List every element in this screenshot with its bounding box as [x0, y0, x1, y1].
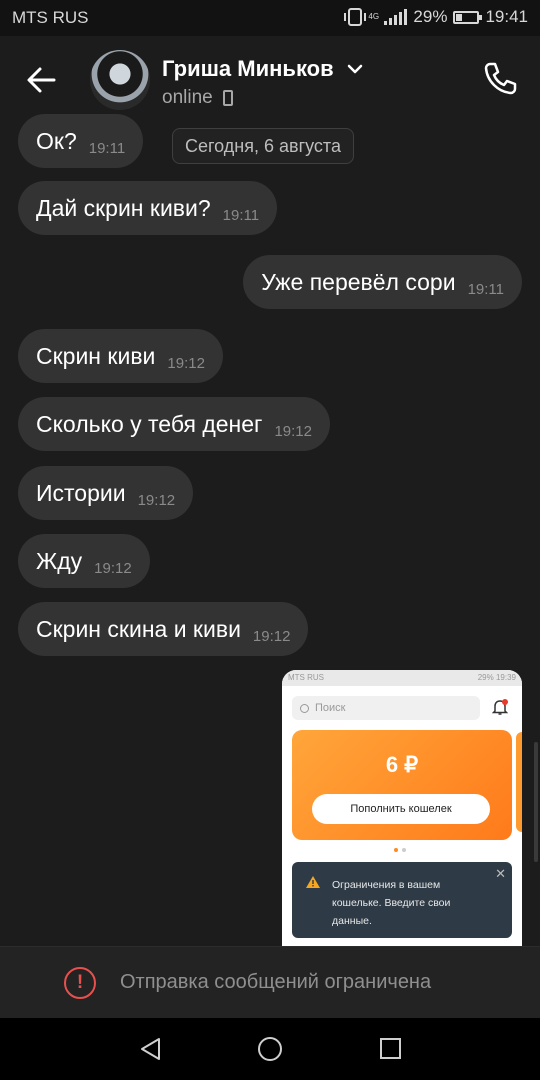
message-bubble[interactable]: Ок? 19:11: [18, 114, 144, 168]
message-bubble[interactable]: Скрин скина и киви 19:12: [18, 602, 309, 656]
message-text: Сколько у тебя денег: [36, 410, 263, 437]
message-time: 19:11: [222, 206, 260, 224]
message-bubble[interactable]: Дай скрин киви? 19:11: [18, 181, 278, 235]
warning-icon: [306, 876, 320, 888]
carrier-label: MTS RUS: [12, 8, 89, 27]
clock: 19:41: [485, 7, 528, 26]
nav-home-icon[interactable]: [258, 1037, 282, 1061]
status-bar: MTS RUS 4G 29% 19:41: [0, 0, 540, 36]
message-bubble-outgoing[interactable]: Уже перевёл сори 19:11: [243, 255, 522, 309]
message-time: 19:12: [252, 627, 291, 645]
wallet-card: 6 ₽ Пополнить кошелек: [292, 730, 512, 840]
message-time: 19:12: [137, 491, 176, 509]
system-nav-bar: [0, 1018, 540, 1080]
message-text: Ок?: [36, 127, 77, 154]
message-time: 19:12: [274, 422, 312, 440]
message-text: Истории: [36, 479, 126, 506]
message-text: Уже перевёл сори: [261, 268, 456, 295]
message-time: 19:11: [88, 139, 126, 157]
attachment-status-right: 29% 19:39: [477, 673, 516, 682]
message-bubble[interactable]: Скрин киви 19:12: [18, 329, 223, 383]
nav-back-icon[interactable]: [138, 1036, 164, 1062]
date-separator: Сегодня, 6 августа: [172, 128, 354, 164]
message-text: Скрин скина и киви: [36, 615, 241, 642]
nav-recents-icon[interactable]: [380, 1038, 401, 1059]
message-text: Жду: [36, 547, 83, 574]
battery-icon: [453, 10, 483, 24]
vibrate-icon: [344, 8, 367, 26]
contact-status: online: [162, 87, 233, 109]
wallet-amount: 6 ₽: [385, 752, 419, 777]
call-button[interactable]: [480, 58, 520, 98]
restricted-message: Отправка сообщений ограничена: [120, 971, 432, 993]
message-time: 19:12: [167, 354, 205, 372]
wallet-alert-text: Ограничения в вашем кошельке. Введите св…: [332, 879, 451, 927]
next-card-peek: [516, 732, 522, 832]
status-bar-indicators: 4G 29% 19:41: [344, 7, 528, 27]
exclamation-icon: !: [64, 967, 96, 999]
pager-dots: [394, 848, 406, 852]
mobile-device-icon: [222, 90, 233, 106]
signal-icon: [384, 9, 408, 25]
phone-icon: [484, 62, 517, 95]
message-bubble[interactable]: Жду 19:12: [18, 534, 150, 588]
contact-name[interactable]: Гриша Миньков: [162, 56, 334, 82]
wallet-alert: Ограничения в вашем кошельке. Введите св…: [292, 862, 512, 938]
message-bubble[interactable]: Сколько у тебя денег 19:12: [18, 397, 330, 451]
back-arrow-icon: [27, 67, 56, 93]
message-bubble[interactable]: Истории 19:12: [18, 466, 194, 520]
scrollbar[interactable]: [534, 742, 538, 862]
online-status-label: online: [162, 87, 213, 108]
close-icon: ✕: [495, 866, 506, 881]
image-attachment[interactable]: MTS RUS 29% 19:39 Поиск 6 ₽ Пополнить ко…: [282, 670, 522, 946]
search-icon: [300, 703, 309, 713]
bell-icon: [492, 699, 508, 715]
avatar[interactable]: [90, 50, 150, 110]
battery-percent: 29%: [413, 7, 448, 26]
message-time: 19:11: [467, 280, 504, 298]
message-text: Скрин киви: [36, 342, 156, 369]
chevron-down-icon[interactable]: [346, 62, 364, 76]
chat-header: Гриша Миньков online: [0, 36, 540, 124]
back-button[interactable]: [22, 60, 62, 100]
battery-level-fill: [456, 13, 463, 21]
attachment-search-placeholder: Поиск: [315, 702, 346, 714]
message-time: 19:12: [94, 559, 132, 577]
message-text: Дай скрин киви?: [36, 194, 211, 221]
attachment-carrier: MTS RUS: [288, 673, 324, 682]
messaging-restricted-bar: ! Отправка сообщений ограничена: [0, 946, 540, 1018]
topup-button: Пополнить кошелек: [312, 794, 490, 824]
attachment-search-field: Поиск: [292, 696, 480, 720]
network-type-label: 4G: [368, 12, 380, 21]
attachment-status-bar: MTS RUS 29% 19:39: [282, 670, 522, 686]
